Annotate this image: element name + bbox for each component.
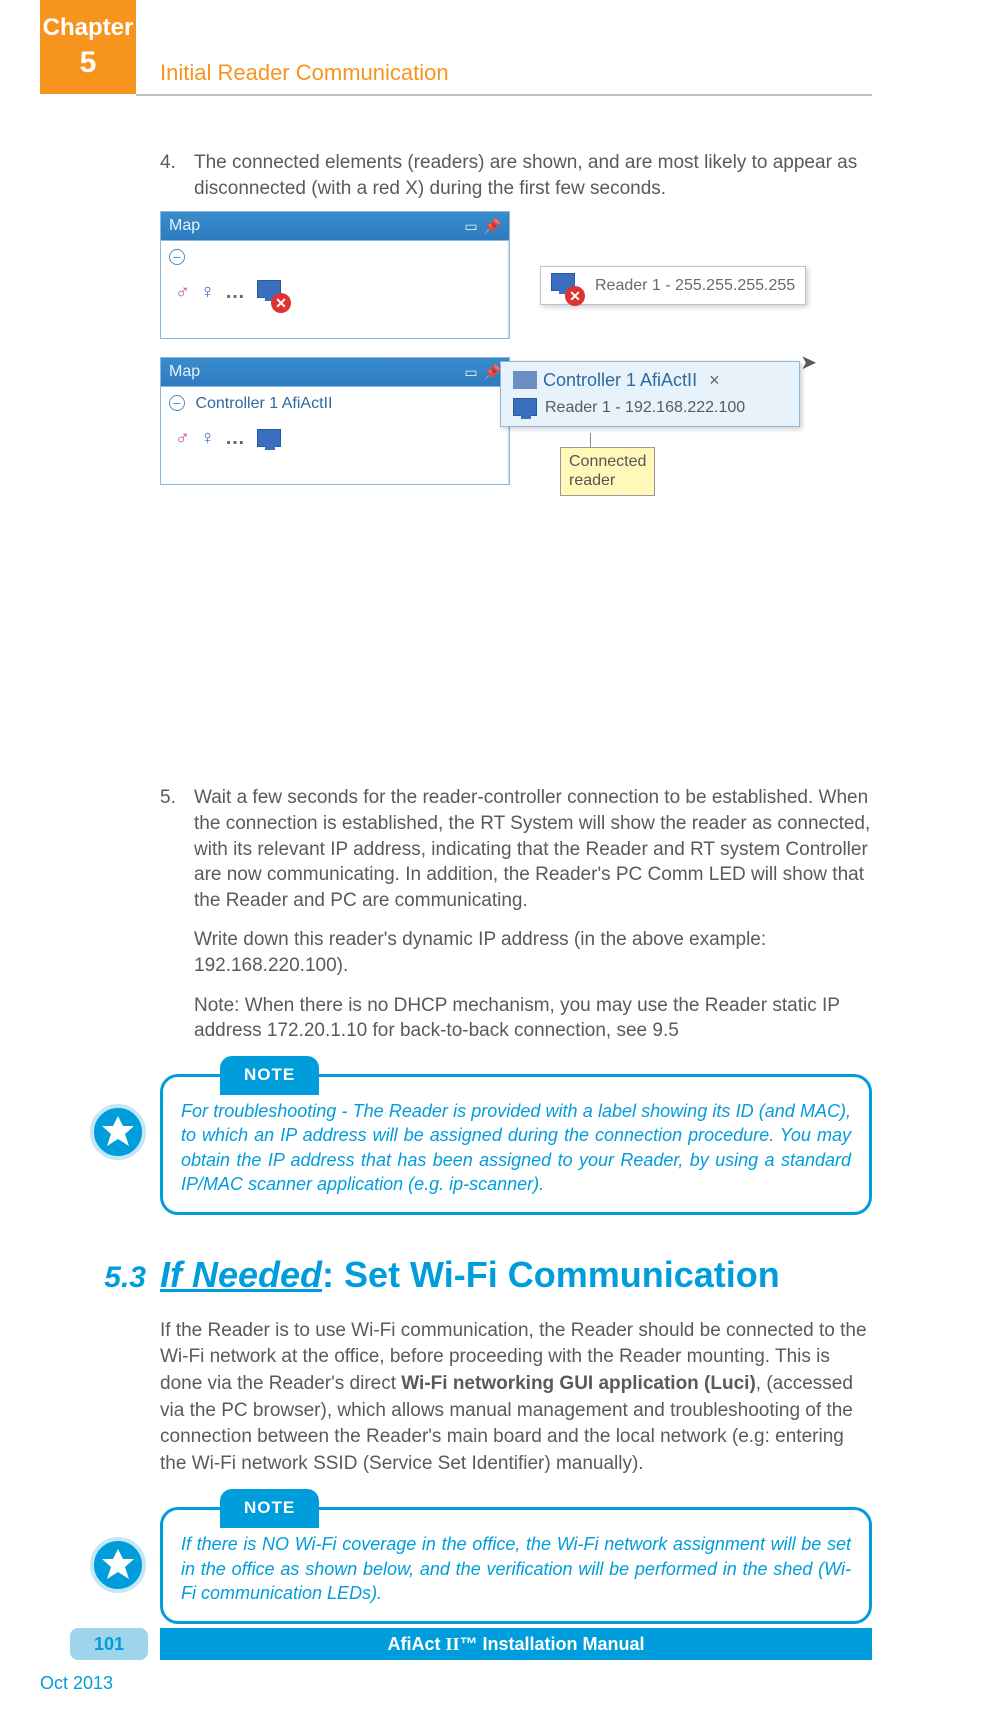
page-number: 101: [70, 1628, 148, 1660]
male-icon: ♂: [175, 425, 190, 452]
para-bold: Wi-Fi networking GUI application (Luci): [401, 1373, 756, 1394]
note-text: For troubleshooting - The Reader is prov…: [160, 1074, 872, 1215]
list-item-5: 5. Wait a few seconds for the reader-con…: [160, 785, 872, 1044]
panel-connected: − Controller 1 AfiActII ♂ ♀ …: [160, 387, 510, 485]
callout-connector: [590, 433, 591, 447]
window-pin-icon[interactable]: 📌: [484, 217, 501, 236]
footer-bar: AfiAct II™ Installation Manual: [160, 1628, 872, 1660]
window-pin-icon[interactable]: 📌: [484, 363, 501, 382]
callout-line2: reader: [569, 471, 646, 490]
note-label: NOTE: [220, 1056, 319, 1095]
section-title: If Needed: Set Wi-Fi Communication: [160, 1251, 780, 1300]
chapter-number: 5: [40, 43, 136, 82]
section-title-rest: : Set Wi-Fi Communication: [322, 1254, 780, 1295]
controller-card: Controller 1 AfiActII × Reader 1 - 192.1…: [500, 361, 800, 427]
list-subtext-1: Write down this reader's dynamic IP addr…: [194, 927, 872, 978]
screenshot-mock: Map ▭ 📌 − ♂ ♀ … ✕: [160, 211, 820, 775]
screen-icon: [513, 398, 537, 416]
male-icon: ♂: [175, 279, 190, 306]
reader-label: Reader 1 - 255.255.255.255: [595, 275, 795, 297]
collapse-icon[interactable]: −: [169, 249, 185, 265]
callout-line1: Connected: [569, 452, 646, 471]
female-icon: ♀: [200, 279, 215, 306]
cursor-icon: ➤: [800, 350, 817, 377]
note-box-1: NOTE For troubleshooting - The Reader is…: [160, 1074, 872, 1215]
list-text: Wait a few seconds for the reader-contro…: [194, 785, 872, 1044]
note-label: NOTE: [220, 1489, 319, 1528]
page-title: Initial Reader Communication: [160, 60, 449, 86]
window-controls: ▭ 📌: [464, 217, 501, 236]
section-title-underlined: If Needed: [160, 1254, 322, 1295]
footer-manual-roman: II: [445, 1634, 459, 1654]
section-heading: 5.3 If Needed: Set Wi-Fi Communication: [88, 1251, 872, 1300]
reader-label: Reader 1 - 192.168.222.100: [545, 397, 745, 419]
controller-title-row: Controller 1 AfiActII ×: [513, 368, 787, 392]
controller-icon: [513, 371, 537, 389]
ellipsis-icon: …: [225, 425, 247, 452]
section-paragraph: If the Reader is to use Wi-Fi communicat…: [160, 1318, 872, 1478]
panel-left: − Controller 1 AfiActII ♂ ♀ …: [161, 387, 509, 484]
list-item-4: 4. The connected elements (readers) are …: [160, 150, 872, 201]
window-minimize-icon[interactable]: ▭: [464, 217, 477, 236]
window-minimize-icon[interactable]: ▭: [464, 363, 477, 382]
header-rule: [136, 94, 872, 96]
chapter-label: Chapter: [40, 12, 136, 43]
footer-manual-suffix: ™ Installation Manual: [459, 1634, 644, 1654]
note-icon: [90, 1104, 146, 1160]
window-titlebar-2: Map ▭ 📌: [160, 357, 510, 387]
footer-manual-prefix: AfiAct: [387, 1634, 445, 1654]
section-number: 5.3: [88, 1258, 160, 1299]
chapter-tab: Chapter 5: [40, 0, 136, 94]
list-subtext-2: Note: When there is no DHCP mechanism, y…: [194, 993, 872, 1044]
panel-left: − ♂ ♀ … ✕: [161, 241, 509, 338]
footer-date: Oct 2013: [40, 1673, 113, 1694]
reader-card-disconnected: ✕ Reader 1 - 255.255.255.255: [540, 266, 806, 305]
close-icon[interactable]: ×: [709, 368, 720, 392]
icon-strip: ♂ ♀ …: [169, 425, 500, 452]
controller-title: Controller 1 AfiActII: [543, 368, 697, 392]
list-number: 5.: [160, 785, 194, 1044]
controller-line: Controller 1 AfiActII: [195, 395, 332, 412]
icon-strip: ♂ ♀ … ✕: [169, 279, 500, 306]
list-number: 4.: [160, 150, 194, 201]
screen-icon: [257, 429, 281, 447]
collapse-icon[interactable]: −: [169, 395, 185, 411]
female-icon: ♀: [200, 425, 215, 452]
panel-disconnected: − ♂ ♀ … ✕: [160, 241, 510, 339]
note-box-2: NOTE If there is NO Wi-Fi coverage in th…: [160, 1507, 872, 1624]
page-content: 4. The connected elements (readers) are …: [160, 150, 872, 1644]
window-titlebar: Map ▭ 📌: [160, 211, 510, 241]
window-controls: ▭ 📌: [464, 363, 501, 382]
list-text: The connected elements (readers) are sho…: [194, 150, 872, 201]
controller-reader-row: Reader 1 - 192.168.222.100: [513, 397, 787, 419]
ellipsis-icon: …: [225, 279, 247, 306]
disconnected-icon: ✕: [565, 286, 585, 306]
callout-box: Connected reader: [560, 447, 655, 495]
note-icon: [90, 1537, 146, 1593]
window-title: Map: [169, 361, 464, 383]
window-title: Map: [169, 215, 464, 237]
disconnected-icon: ✕: [271, 293, 291, 313]
